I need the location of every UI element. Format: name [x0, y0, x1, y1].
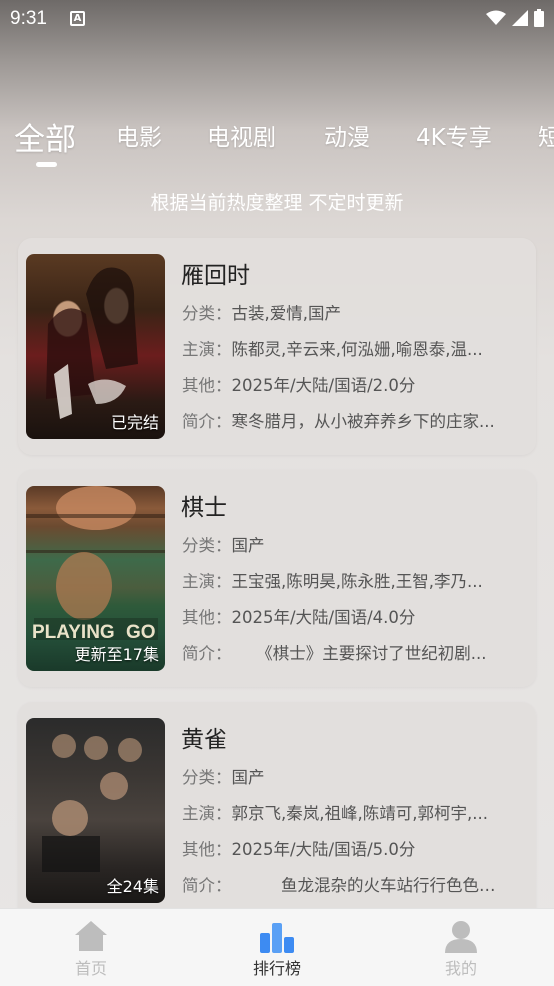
intro-value: 鱼龙混杂的火车站行行色色的... [231, 876, 507, 895]
intro-value: 寒冬腊月，从小被弃养乡下的庄家... [231, 412, 495, 431]
status-bar: 9:31 A [0, 0, 554, 38]
intro-row: 简介：寒冬腊月，从小被弃养乡下的庄家... [182, 408, 495, 432]
poster-image[interactable]: 已完结 [26, 254, 165, 439]
other-row: 其他：2025年/大陆/国语/5.0分 [182, 836, 415, 860]
tab-all[interactable]: 全部 [14, 118, 76, 159]
category-value: 国产 [231, 536, 265, 555]
list-item[interactable]: 全24集 黄雀 分类：国产 主演：郭京飞,秦岚,祖峰,陈靖可,郭柯宇,... 其… [18, 702, 536, 914]
poster-image[interactable]: 全24集 [26, 718, 165, 903]
list-item[interactable]: 已完结 雁回时 分类：古装,爱情,国产 主演：陈都灵,辛云来,何泓姗,喻恩泰,温… [18, 238, 536, 455]
intro-label: 简介： [182, 644, 232, 663]
other-label: 其他： [182, 608, 232, 627]
poster-badge: 已完结 [110, 413, 159, 432]
svg-text:GO: GO [126, 622, 156, 643]
cast-row: 主演：王宝强,陈明昊,陈永胜,王智,李乃... [182, 568, 483, 592]
intro-label: 简介： [182, 876, 232, 895]
bottom-nav: 首页 排行榜 我的 [0, 908, 554, 986]
category-label: 分类： [182, 768, 232, 787]
other-label: 其他： [182, 840, 232, 859]
tab-tv-series[interactable]: 电视剧 [207, 118, 276, 152]
intro-row: 简介： 《棋士》主要探讨了世纪初剧... [182, 640, 487, 664]
item-title: 黄雀 [181, 727, 227, 753]
category-tabs: 全部 电影 电视剧 动漫 4K专享 短 [14, 118, 554, 166]
item-title: 棋士 [181, 495, 227, 521]
home-icon [75, 921, 107, 951]
poster-image[interactable]: PLAYING GO 更新至17集 [26, 486, 165, 671]
cast-label: 主演： [182, 340, 232, 359]
cast-value: 郭京飞,秦岚,祖峰,陈靖可,郭柯宇,... [231, 804, 488, 823]
status-time: 9:31 [10, 8, 47, 29]
intro-label: 简介： [182, 412, 232, 431]
ranking-icon [260, 923, 294, 953]
category-value: 古装,爱情,国产 [231, 304, 342, 323]
cast-row: 主演：陈都灵,辛云来,何泓姗,喻恩泰,温... [182, 336, 483, 360]
poster-badge: 全24集 [106, 877, 159, 896]
wifi-icon [486, 10, 506, 25]
category-row: 分类：国产 [182, 764, 265, 788]
category-row: 分类：国产 [182, 532, 265, 556]
cast-value: 王宝强,陈明昊,陈永胜,王智,李乃... [231, 572, 483, 591]
notification-icon: A [70, 11, 85, 26]
nav-home-label: 首页 [74, 959, 107, 978]
category-row: 分类：古装,爱情,国产 [182, 300, 341, 324]
other-row: 其他：2025年/大陆/国语/2.0分 [182, 372, 415, 396]
battery-icon [534, 9, 544, 27]
tab-indicator [36, 162, 57, 167]
other-row: 其他：2025年/大陆/国语/4.0分 [182, 604, 415, 628]
intro-value: 《棋士》主要探讨了世纪初剧... [231, 644, 487, 663]
tab-4k[interactable]: 4K专享 [416, 118, 492, 152]
cast-value: 陈都灵,辛云来,何泓姗,喻恩泰,温... [231, 340, 483, 359]
nav-ranking-label: 排行榜 [252, 959, 301, 978]
other-value: 2025年/大陆/国语/4.0分 [231, 608, 416, 627]
cast-row: 主演：郭京飞,秦岚,祖峰,陈靖可,郭柯宇,... [182, 800, 488, 824]
nav-profile-label: 我的 [444, 959, 477, 978]
other-value: 2025年/大陆/国语/2.0分 [231, 376, 416, 395]
profile-icon [445, 921, 477, 953]
status-icons [486, 9, 544, 27]
tab-movie[interactable]: 电影 [116, 118, 162, 152]
category-value: 国产 [231, 768, 265, 787]
intro-row: 简介： 鱼龙混杂的火车站行行色色的... [182, 872, 507, 896]
nav-ranking[interactable]: 排行榜 [232, 919, 322, 978]
svg-text:PLAYING: PLAYING [32, 622, 115, 643]
signal-icon [512, 10, 528, 26]
cast-label: 主演： [182, 804, 232, 823]
poster-badge: 更新至17集 [74, 645, 159, 664]
nav-profile[interactable]: 我的 [416, 919, 506, 978]
category-label: 分类： [182, 536, 232, 555]
other-label: 其他： [182, 376, 232, 395]
ranking-subtitle: 根据当前热度整理 不定时更新 [150, 192, 404, 214]
other-value: 2025年/大陆/国语/5.0分 [231, 840, 416, 859]
cast-label: 主演： [182, 572, 232, 591]
tab-anime[interactable]: 动漫 [324, 118, 370, 152]
tab-short[interactable]: 短 [538, 118, 554, 152]
item-title: 雁回时 [181, 263, 250, 289]
category-label: 分类： [182, 304, 232, 323]
nav-home[interactable]: 首页 [46, 919, 136, 978]
list-item[interactable]: PLAYING GO 更新至17集 棋士 分类：国产 主演：王宝强,陈明昊,陈永… [18, 470, 536, 687]
